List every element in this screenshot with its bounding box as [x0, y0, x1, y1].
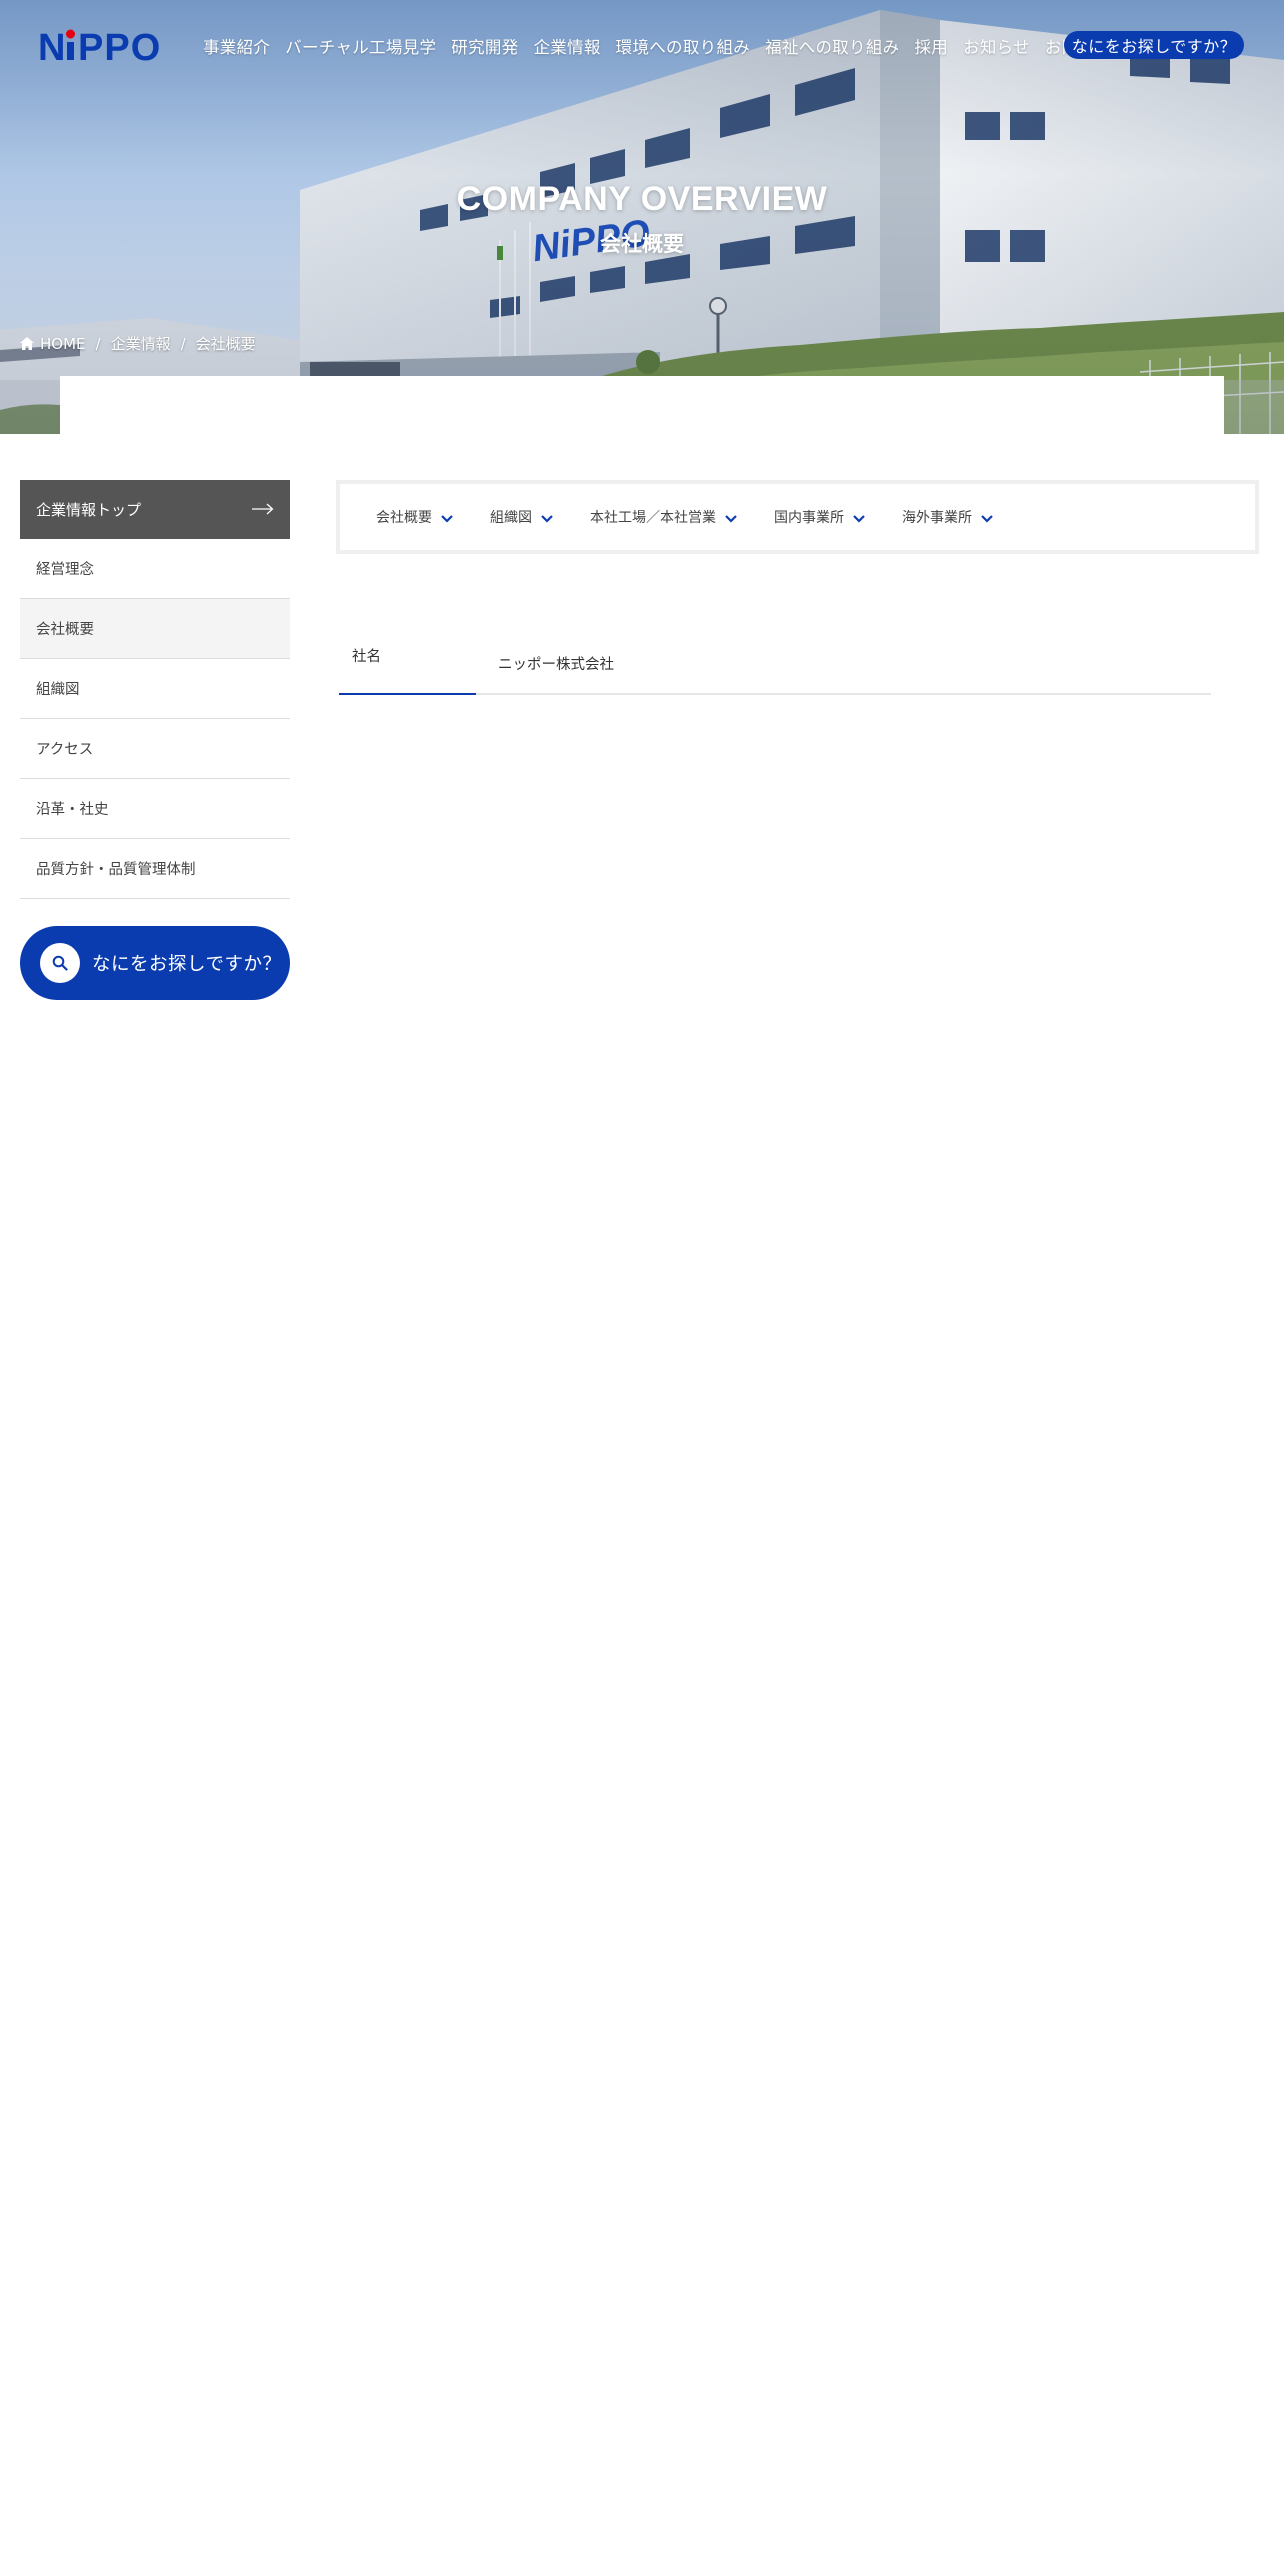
global-nav: 事業紹介 バーチャル工場見学 研究開発 企業情報 環境への取り組み 福祉への取り…: [203, 34, 1161, 58]
tab-label: 会社概要: [376, 510, 432, 526]
row-label: 社名: [352, 649, 381, 665]
sidebar-item-label: 経営理念: [36, 562, 94, 578]
chevron-down-icon: [541, 514, 553, 523]
arrow-right-icon: [252, 503, 274, 515]
sidebar-item-label: 組織図: [36, 682, 80, 698]
row-label-underline: [339, 693, 476, 695]
page-title-en: COMPANY OVERVIEW: [456, 180, 828, 218]
breadcrumb-company-info[interactable]: 企業情報: [111, 333, 171, 354]
nippo-logo[interactable]: N PPO: [38, 26, 162, 69]
home-icon: [20, 337, 34, 350]
tab-head-office[interactable]: 本社工場／本社営業: [590, 507, 737, 527]
sidebar-item-label: 会社概要: [36, 622, 94, 638]
hero-banner: NiPPO N: [0, 0, 1284, 434]
sidebar-item-organization[interactable]: 組織図: [20, 659, 290, 719]
nav-business[interactable]: 事業紹介: [203, 34, 270, 58]
nav-news[interactable]: お知らせ: [963, 34, 1030, 58]
tab-domestic-offices[interactable]: 国内事業所: [774, 507, 865, 527]
breadcrumb-home[interactable]: HOME: [40, 335, 86, 353]
chevron-down-icon: [441, 514, 453, 523]
sidebar-item-access[interactable]: アクセス: [20, 719, 290, 779]
sidebar-item-history[interactable]: 沿革・社史: [20, 779, 290, 839]
chevron-down-icon: [725, 514, 737, 523]
tab-overview[interactable]: 会社概要: [376, 507, 453, 527]
nav-recruit[interactable]: 採用: [914, 34, 948, 58]
sidebar-item-overview[interactable]: 会社概要: [20, 599, 290, 659]
table-row: 社名 ニッポー株式会社: [339, 625, 1211, 695]
logo-red-dot-icon: [66, 29, 75, 39]
tab-label: 本社工場／本社営業: [590, 510, 716, 526]
header-search-button[interactable]: なにをお探しですか？: [1064, 31, 1244, 59]
nav-virtual-factory-tour[interactable]: バーチャル工場見学: [285, 34, 436, 58]
chevron-down-icon: [981, 514, 993, 523]
breadcrumb-separator: /: [180, 334, 186, 353]
nav-research[interactable]: 研究開発: [451, 34, 518, 58]
sidebar-item-label: 沿革・社史: [36, 802, 109, 818]
tab-organization[interactable]: 組織図: [490, 507, 553, 527]
sidebar-top-label: 企業情報トップ: [36, 501, 142, 519]
breadcrumb-current: 会社概要: [195, 335, 256, 353]
nav-company-info[interactable]: 企業情報: [533, 34, 600, 58]
tab-overseas-offices[interactable]: 海外事業所: [902, 507, 993, 527]
svg-text:PPO: PPO: [78, 27, 161, 66]
svg-text:N: N: [38, 27, 66, 66]
sidebar-item-quality[interactable]: 品質方針・品質管理体制: [20, 839, 290, 899]
row-value: ニッポー株式会社: [498, 657, 614, 673]
company-info-table: 社名 ニッポー株式会社: [339, 625, 1211, 695]
nav-welfare[interactable]: 福祉への取り組み: [765, 34, 899, 58]
sidebar-search-button[interactable]: なにをお探しですか？: [20, 926, 290, 1000]
tab-label: 組織図: [490, 510, 532, 526]
sidebar-item-label: アクセス: [36, 742, 94, 758]
breadcrumb-separator: /: [95, 334, 101, 353]
sidebar-item-label: 品質方針・品質管理体制: [36, 862, 196, 878]
section-tabbar: 会社概要 組織図 本社工場／本社営業 国内事業所 海外事業所: [336, 480, 1259, 554]
content-panel-top: [60, 376, 1224, 434]
chevron-down-icon: [853, 514, 865, 523]
sidebar-item-philosophy[interactable]: 経営理念: [20, 539, 290, 599]
sidebar-top-link[interactable]: 企業情報トップ: [20, 480, 290, 539]
search-icon: [52, 955, 68, 971]
nav-environment[interactable]: 環境への取り組み: [616, 34, 750, 58]
nippo-logo-mark: N PPO: [38, 27, 161, 69]
sidebar-search-label: なにをお探しですか？: [92, 954, 282, 975]
sidebar: 企業情報トップ 経営理念 会社概要 組織図 アクセス 沿革・社史 品質方針・品質…: [20, 480, 290, 1000]
tab-label: 海外事業所: [902, 510, 972, 526]
tab-label: 国内事業所: [774, 510, 844, 526]
breadcrumb: HOME / 企業情報 / 会社概要: [20, 333, 256, 354]
search-icon-circle: [40, 943, 80, 983]
page-title-ja: 会社概要: [600, 232, 684, 256]
